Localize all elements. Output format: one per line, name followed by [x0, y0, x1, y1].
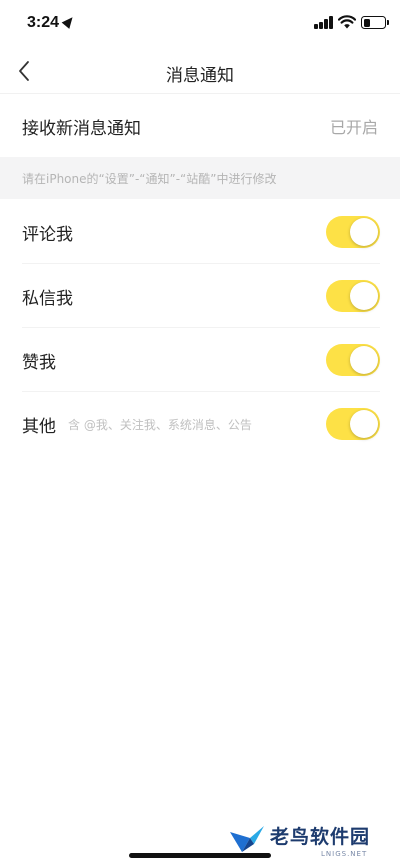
watermark-text: 老鸟软件园: [270, 826, 371, 848]
status-time: 3:24: [27, 14, 60, 31]
receive-notifications-status: 已开启: [329, 118, 378, 137]
toggle-label-other: 其他: [22, 416, 56, 437]
status-bar: 3:24: [0, 0, 400, 48]
home-indicator: [129, 853, 271, 858]
toggle-row-other: 其他 含 @我、关注我、系统消息、公告: [0, 392, 400, 456]
cellular-signal-icon: [314, 16, 334, 29]
toggle-row-comment: 评论我: [0, 200, 400, 264]
toggle-knob: [350, 410, 378, 438]
battery-icon: [361, 16, 389, 29]
toggle-knob: [350, 346, 378, 374]
settings-hint-text: 请在iPhone的“设置”-“通知”-“站酷”中进行修改: [22, 171, 277, 186]
toggle-knob: [350, 282, 378, 310]
receive-notifications-row[interactable]: 接收新消息通知 已开启: [0, 95, 400, 157]
toggle-row-like: 赞我: [0, 328, 400, 392]
toggle-note-other: 含 @我、关注我、系统消息、公告: [68, 417, 252, 432]
private-message-toggle[interactable]: [326, 280, 380, 312]
wifi-icon: [338, 15, 356, 29]
battery-level: [363, 18, 370, 27]
toggle-knob: [350, 218, 378, 246]
toggle-label-like: 赞我: [22, 352, 56, 373]
location-arrow-icon: [61, 14, 77, 29]
toggle-row-private-message: 私信我: [0, 264, 400, 328]
settings-hint-band: 请在iPhone的“设置”-“通知”-“站酷”中进行修改: [0, 157, 400, 199]
comment-toggle[interactable]: [326, 216, 380, 248]
notification-settings-screen: 3:24 消息通知 接收新消息通知 已开启 请在iPhone的“设置”-“通知”…: [0, 0, 400, 865]
toggle-label-private-message: 私信我: [22, 288, 73, 309]
page-title: 消息通知: [166, 66, 234, 86]
like-toggle[interactable]: [326, 344, 380, 376]
watermark-subtext: LNIGS.NET: [321, 850, 368, 858]
bird-logo-icon: [230, 826, 264, 852]
navigation-bar: 消息通知: [0, 48, 400, 94]
other-toggle[interactable]: [326, 408, 380, 440]
toggle-label-comment: 评论我: [22, 224, 73, 245]
receive-notifications-label: 接收新消息通知: [22, 118, 141, 139]
